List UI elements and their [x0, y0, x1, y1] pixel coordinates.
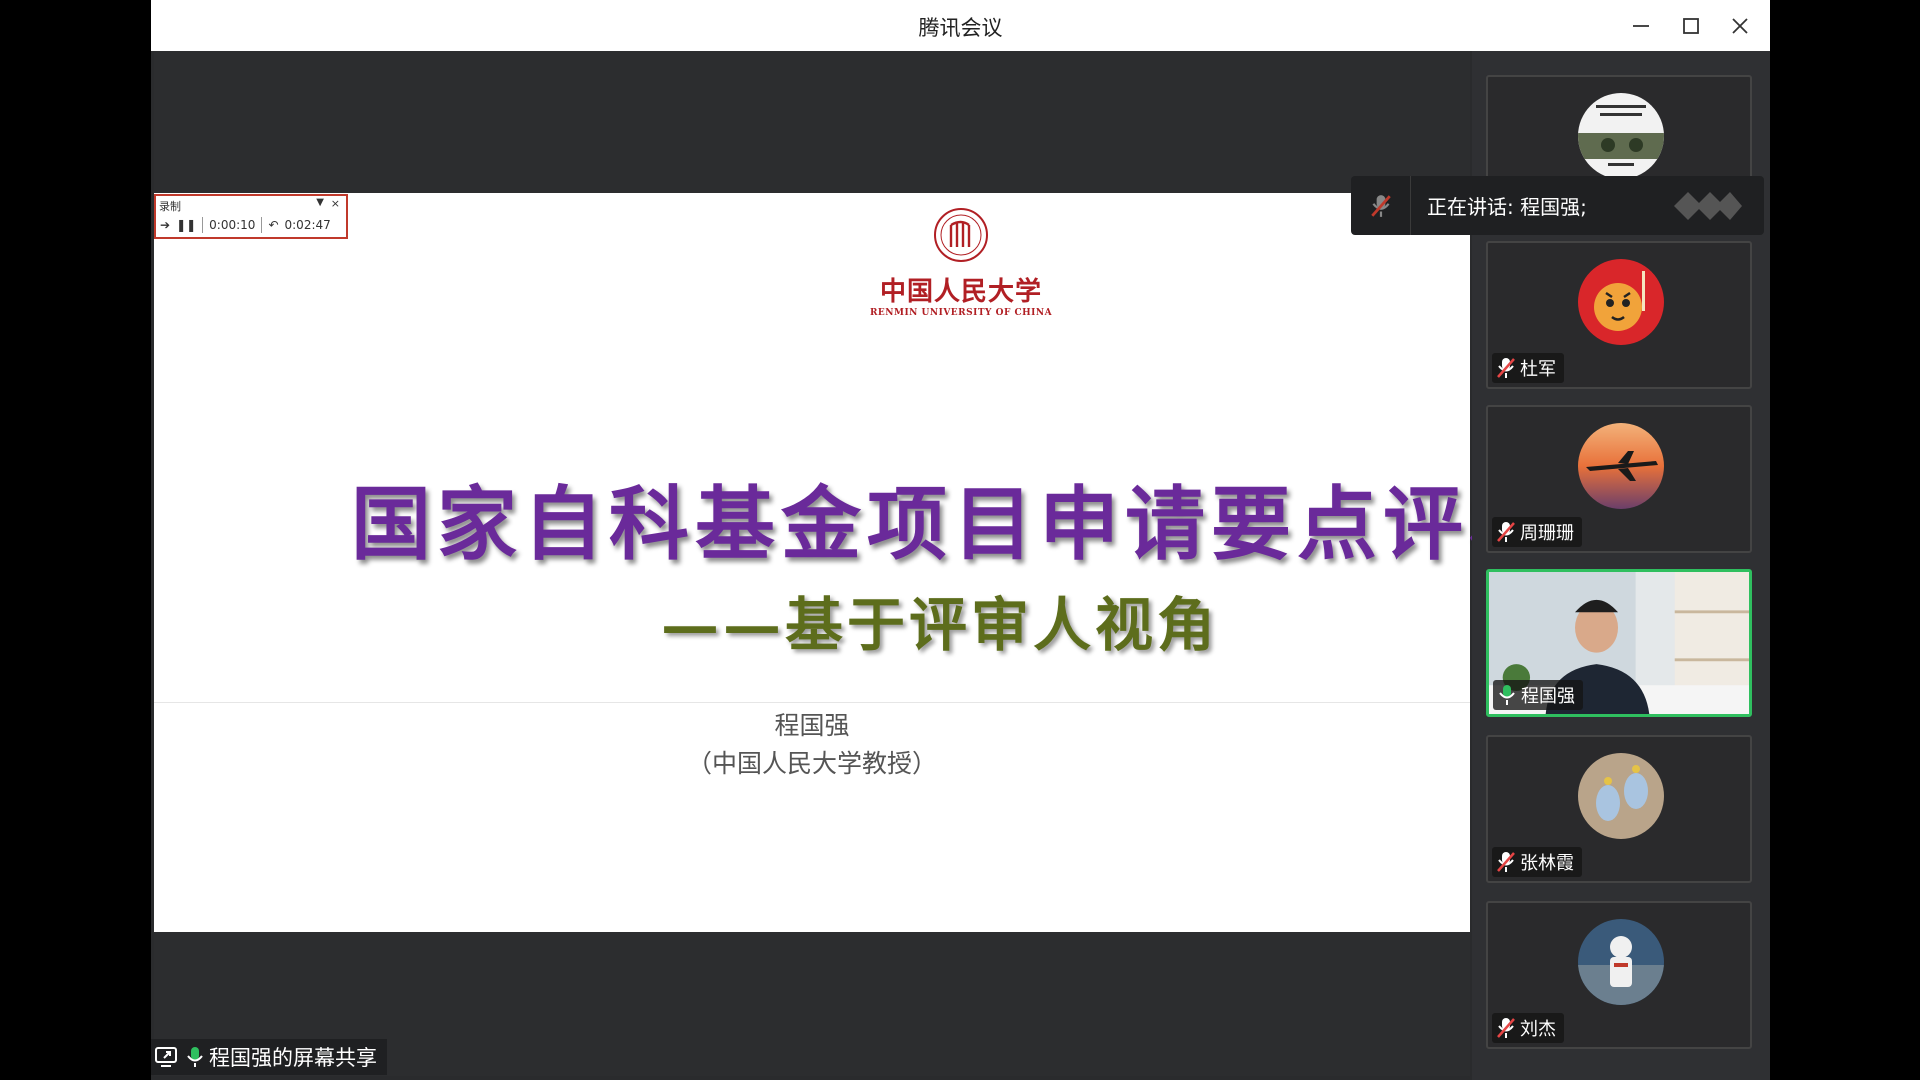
screen-share-label[interactable]: 程国强的屏幕共享 — [151, 1039, 387, 1075]
microphone-active-icon — [187, 1047, 203, 1067]
participant-name: 刘杰 — [1520, 1019, 1556, 1040]
speaking-indicator: 正在讲话: 程国强; — [1351, 176, 1764, 235]
screen-share-owner: 程国强的屏幕共享 — [209, 1046, 377, 1070]
university-name-en: RENMIN UNIVERSITY OF CHINA — [869, 308, 1053, 318]
participant-name: 程国强 — [1521, 686, 1575, 707]
screen-share-icon — [155, 1047, 177, 1067]
separator — [261, 217, 263, 233]
participant-name: 张林霞 — [1520, 853, 1574, 874]
university-logo: 中国人民大学 RENMIN UNIVERSITY OF CHINA — [856, 207, 1066, 318]
airplane-sunset-avatar — [1578, 423, 1664, 509]
participant-label: 程国强 — [1493, 680, 1583, 710]
forward-arrow-icon[interactable]: ➔ — [160, 218, 170, 232]
university-seal-icon — [934, 208, 988, 262]
close-icon — [1732, 18, 1748, 34]
recording-label: 录制 — [159, 200, 181, 213]
participant-tile[interactable]: 周珊珊 — [1486, 405, 1752, 553]
participant-label: 周珊珊 — [1492, 517, 1582, 547]
university-name-cn: 中国人民大学 — [879, 277, 1042, 307]
astronaut-avatar — [1578, 919, 1664, 1005]
undo-icon[interactable]: ↶ — [268, 218, 278, 232]
participant-name: 周珊珊 — [1520, 523, 1574, 544]
presenter-affiliation: （中国人民大学教授） — [686, 749, 937, 778]
presenter-name: 程国强 — [774, 711, 850, 740]
participant-label: 张林霞 — [1492, 847, 1582, 877]
dropdown-icon[interactable]: ▼ — [316, 197, 324, 208]
recording-toolbar[interactable]: 录制 ▼ × ➔ ❚❚ 0:00:10 ↶ 0:02:47 — [154, 194, 348, 239]
pause-icon[interactable]: ❚❚ — [176, 218, 196, 232]
window-title: 腾讯会议 — [918, 16, 1003, 40]
microphone-muted-icon — [1496, 357, 1516, 379]
title-bar: 腾讯会议 — [151, 0, 1770, 51]
slide-divider — [154, 702, 1470, 703]
speaking-text: 正在讲话: 程国强; — [1427, 195, 1587, 219]
recording-remaining: 0:02:47 — [284, 218, 331, 232]
participant-tile[interactable]: 刘杰 — [1486, 901, 1752, 1049]
decoration-icon — [1674, 192, 1742, 220]
participant-tile[interactable]: 张林霞 — [1486, 735, 1752, 883]
participant-name: 杜军 — [1520, 359, 1556, 380]
minimize-button[interactable] — [1626, 11, 1656, 41]
meeting-window: 腾讯会议 录制 ▼ × ➔ ❚❚ 0:00:10 ↶ 0:02:47 中国人民大… — [151, 0, 1770, 1080]
slide-subtitle: ——基于评审人视角 — [661, 591, 1220, 659]
microphone-muted-icon — [1496, 851, 1516, 873]
participant-tile[interactable]: 杜军 — [1486, 241, 1752, 389]
recording-elapsed: 0:00:10 — [209, 218, 256, 232]
maximize-button[interactable] — [1676, 11, 1706, 41]
minimize-icon — [1633, 25, 1649, 27]
microphone-muted-icon — [1496, 521, 1516, 543]
microphone-muted-icon — [1496, 1017, 1516, 1039]
recording-close-icon[interactable]: × — [331, 197, 340, 210]
separator — [202, 217, 204, 233]
poster-avatar — [1578, 93, 1664, 179]
tiger-avatar — [1578, 259, 1664, 345]
participant-tile-active-speaker[interactable]: 程国强 — [1486, 569, 1752, 717]
earrings-avatar — [1578, 753, 1664, 839]
microphone-active-icon — [1497, 684, 1517, 706]
slide-title: 国家自科基金项目申请要点评析 — [351, 477, 1555, 571]
close-button[interactable] — [1725, 11, 1755, 41]
participant-label: 杜军 — [1492, 353, 1564, 383]
maximize-icon — [1683, 18, 1699, 34]
participant-label: 刘杰 — [1492, 1013, 1564, 1043]
microphone-muted-icon — [1351, 176, 1411, 235]
